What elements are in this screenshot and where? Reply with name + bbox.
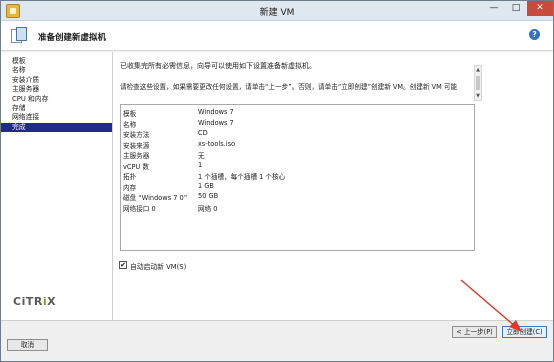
wizard-steps-list: 模板 名称 安装介质 主服务器 CPU 和内存 存储 网络连接 完成 xyxy=(1,52,112,133)
page-title: 准备创建新虚拟机 xyxy=(38,33,107,43)
summary-row: 内存 1 GB xyxy=(121,181,474,192)
summary-label: 网络接口 0 xyxy=(123,204,156,213)
summary-value: xs-tools.iso xyxy=(198,139,236,148)
summary-label: 名称 xyxy=(123,120,137,129)
wizard-header: 准备创建新虚拟机 ? xyxy=(1,21,553,51)
previous-button[interactable]: < 上一步(P) xyxy=(452,326,497,338)
summary-label: 主服务器 xyxy=(123,152,150,160)
autostart-label[interactable]: 自动启动新 VM(S) xyxy=(130,261,186,271)
nav-step[interactable]: 安装介质 xyxy=(1,76,112,85)
summary-value: 1 xyxy=(198,160,203,169)
scroll-up-icon[interactable]: ▲ xyxy=(475,66,481,74)
settings-summary-list[interactable]: 模板 Windows 7 名称 Windows 7 安装方法 CD 安装来源 xs-tools… xyxy=(120,104,475,251)
summary-label: 拓扑 xyxy=(123,173,137,181)
summary-row: 安装方法 CD xyxy=(121,128,474,139)
cancel-button[interactable]: 取消 xyxy=(7,339,48,351)
finish-page-content: 已收集完所有必需信息，向导可以使用如下设置准备新虚拟机。 请检查这些设置，如果需… xyxy=(113,52,553,320)
summary-label: 安装来源 xyxy=(123,141,150,150)
maximize-button[interactable]: □ xyxy=(505,1,527,16)
summary-row: 拓扑 1 个插槽，每个插槽 1 个核心 xyxy=(121,170,474,181)
scroll-thumb[interactable] xyxy=(476,76,480,90)
title-bar: 新建 VM — □ ✕ xyxy=(1,1,553,21)
nav-step[interactable]: 模板 xyxy=(1,57,112,66)
nav-step[interactable]: 完成 xyxy=(1,122,112,133)
summary-value: Windows 7 xyxy=(198,118,234,127)
close-button[interactable]: ✕ xyxy=(527,1,553,16)
summary-value: CD xyxy=(198,129,208,137)
summary-label: vCPU 数 xyxy=(123,162,149,171)
new-vm-wizard-icon xyxy=(11,27,27,45)
nav-step[interactable]: 名称 xyxy=(1,66,112,75)
summary-label: 安装方法 xyxy=(123,131,150,139)
summary-row: 安装来源 xs-tools.iso xyxy=(121,139,474,150)
summary-row: 模板 Windows 7 xyxy=(121,107,474,118)
summary-value: 1 个插槽，每个插槽 1 个核心 xyxy=(198,173,286,181)
instructions-scrollbar[interactable]: ▲ ▼ xyxy=(474,65,482,101)
summary-row: 网络接口 0 网络 0 xyxy=(121,202,474,213)
new-vm-window: 新建 VM — □ ✕ 准备创建新虚拟机 ? 模板 名称 安装介质 主服务器 CPU 和… xyxy=(0,0,554,362)
help-icon[interactable]: ? xyxy=(529,29,540,40)
citrix-logo: CiTRiX xyxy=(13,295,57,308)
nav-step[interactable]: 主服务器 xyxy=(1,85,112,94)
summary-row: 磁盘 “Windows 7 0” 50 GB xyxy=(121,191,474,202)
create-now-button[interactable]: 立即创建(C) xyxy=(502,326,547,338)
scroll-down-icon[interactable]: ▼ xyxy=(475,92,481,100)
summary-value: 网络 0 xyxy=(198,204,218,213)
summary-row: 主服务器 无 xyxy=(121,149,474,160)
summary-row: vCPU 数 1 xyxy=(121,160,474,171)
summary-value: 1 GB xyxy=(198,181,214,190)
wizard-steps-nav: 模板 名称 安装介质 主服务器 CPU 和内存 存储 网络连接 完成 CiTRiX xyxy=(1,52,113,320)
summary-value: 无 xyxy=(198,152,205,160)
nav-step[interactable]: CPU 和内存 xyxy=(1,95,112,104)
summary-row: 名称 Windows 7 xyxy=(121,118,474,129)
autostart-checkbox[interactable]: ✔ xyxy=(119,261,127,269)
summary-label: 模板 xyxy=(123,110,137,118)
minimize-button[interactable]: — xyxy=(483,1,505,16)
wizard-footer: < 上一步(P) 立即创建(C) 取消 xyxy=(1,320,553,361)
window-title: 新建 VM xyxy=(259,8,295,18)
instructions-text: 请检查这些设置，如果需要更改任何设置，请单击“上一步”。否则，请单击“立即创建”… xyxy=(120,83,458,91)
intro-text: 已收集完所有必需信息，向导可以使用如下设置准备新虚拟机。 xyxy=(120,62,316,70)
summary-value: Windows 7 xyxy=(198,108,234,116)
nav-step[interactable]: 存储 xyxy=(1,104,112,113)
summary-value: 50 GB xyxy=(198,192,219,200)
nav-step[interactable]: 网络连接 xyxy=(1,113,112,122)
summary-label: 磁盘 “Windows 7 0” xyxy=(123,194,188,202)
summary-label: 内存 xyxy=(123,183,137,192)
